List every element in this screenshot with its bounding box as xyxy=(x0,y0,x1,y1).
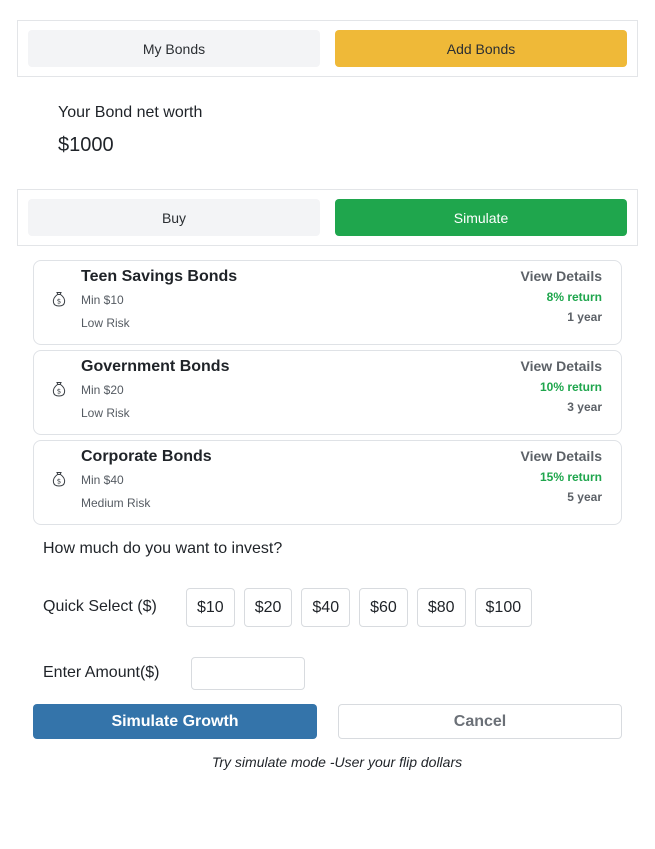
quick-select-options: $10 $20 $40 $60 $80 $100 xyxy=(186,588,533,627)
money-bag-icon: $ xyxy=(50,470,68,488)
view-details-link[interactable]: View Details xyxy=(521,358,602,374)
svg-text:$: $ xyxy=(57,478,61,486)
bond-risk: Low Risk xyxy=(81,316,130,330)
bond-name: Teen Savings Bonds xyxy=(81,268,238,285)
cancel-button[interactable]: Cancel xyxy=(338,704,622,739)
bond-term: 1 year xyxy=(567,310,602,324)
quick-select-40-button[interactable]: $40 xyxy=(301,588,351,627)
bond-risk: Medium Risk xyxy=(81,496,151,510)
money-bag-icon: $ xyxy=(50,380,68,398)
bond-name: Corporate Bonds xyxy=(81,448,212,465)
bond-min: Min $10 xyxy=(81,293,124,307)
quick-select-20-button[interactable]: $20 xyxy=(243,588,293,627)
bond-return: 15% return xyxy=(539,470,602,484)
tab-add-bonds[interactable]: Add Bonds xyxy=(335,30,627,67)
tab-my-bonds[interactable]: My Bonds xyxy=(28,30,320,67)
top-tab-bar: My Bonds Add Bonds xyxy=(17,20,638,77)
networth-label: Your Bond net worth xyxy=(58,104,203,121)
quick-select-80-button[interactable]: $80 xyxy=(416,588,466,627)
bond-risk: Low Risk xyxy=(81,406,130,420)
svg-text:$: $ xyxy=(57,298,61,306)
tab-simulate[interactable]: Simulate xyxy=(335,199,627,236)
networth-value: $1000 xyxy=(58,134,114,156)
money-bag-icon: $ xyxy=(50,290,68,308)
bond-card-teen-savings[interactable]: $ Teen Savings Bonds Min $10 Low Risk Vi… xyxy=(33,260,622,345)
bond-term: 5 year xyxy=(567,490,602,504)
view-details-link[interactable]: View Details xyxy=(521,448,602,464)
bond-name: Government Bonds xyxy=(81,358,230,375)
amount-label: Enter Amount($) xyxy=(43,664,160,681)
quick-select-label: Quick Select ($) xyxy=(43,598,157,615)
tab-buy[interactable]: Buy xyxy=(28,199,320,236)
bond-term: 3 year xyxy=(567,400,602,414)
bond-min: Min $20 xyxy=(81,383,124,397)
bond-min: Min $40 xyxy=(81,473,124,487)
bond-card-corporate[interactable]: $ Corporate Bonds Min $40 Medium Risk Vi… xyxy=(33,440,622,525)
simulate-hint: Try simulate mode -User your flip dollar… xyxy=(211,754,463,770)
invest-question: How much do you want to invest? xyxy=(43,540,283,557)
amount-input[interactable] xyxy=(191,657,305,690)
bond-return: 8% return xyxy=(546,290,602,304)
svg-text:$: $ xyxy=(57,388,61,396)
quick-select-10-button[interactable]: $10 xyxy=(186,588,235,627)
simulate-growth-button[interactable]: Simulate Growth xyxy=(33,704,317,739)
bond-return: 10% return xyxy=(539,380,602,394)
quick-select-60-button[interactable]: $60 xyxy=(359,588,408,627)
mode-tab-bar: Buy Simulate xyxy=(17,189,638,246)
bond-card-government[interactable]: $ Government Bonds Min $20 Low Risk View… xyxy=(33,350,622,435)
quick-select-100-button[interactable]: $100 xyxy=(474,588,533,627)
view-details-link[interactable]: View Details xyxy=(521,268,602,284)
